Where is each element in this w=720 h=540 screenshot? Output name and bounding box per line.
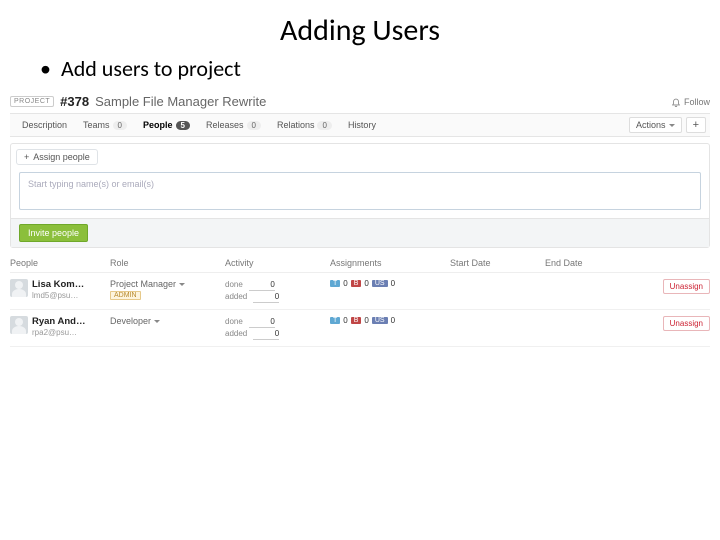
person-email: lmd5@psu… bbox=[32, 291, 78, 300]
follow-button[interactable]: Follow bbox=[671, 97, 710, 107]
col-start: Start Date bbox=[450, 258, 545, 268]
task-tag: T bbox=[330, 317, 340, 324]
tab-history[interactable]: History bbox=[340, 117, 384, 133]
col-people: People bbox=[10, 258, 110, 268]
tabs-row: Description Teams0 People5 Releases0 Rel… bbox=[10, 113, 710, 137]
admin-badge: ADMIN bbox=[110, 291, 141, 300]
tab-relations[interactable]: Relations0 bbox=[269, 117, 340, 133]
activity-cell: done0 added0 bbox=[225, 279, 330, 303]
unassign-button[interactable]: Unassign bbox=[663, 279, 710, 294]
caret-down-icon bbox=[154, 320, 160, 326]
plus-icon: + bbox=[24, 152, 29, 162]
person-name[interactable]: Ryan And… bbox=[32, 316, 85, 327]
add-button[interactable]: + bbox=[686, 117, 706, 133]
caret-down-icon bbox=[179, 283, 185, 289]
assignments-cell: T0 B0 US0 bbox=[330, 279, 450, 288]
tab-teams[interactable]: Teams0 bbox=[75, 117, 135, 133]
caret-down-icon bbox=[669, 124, 675, 130]
task-tag: T bbox=[330, 280, 340, 287]
tab-releases[interactable]: Releases0 bbox=[198, 117, 269, 133]
assignments-cell: T0 B0 US0 bbox=[330, 316, 450, 325]
people-search-input[interactable] bbox=[28, 179, 692, 189]
tab-description[interactable]: Description bbox=[14, 117, 75, 133]
tab-people[interactable]: People5 bbox=[135, 117, 198, 133]
ticket-title: Sample File Manager Rewrite bbox=[95, 94, 266, 109]
invite-people-button[interactable]: Invite people bbox=[19, 224, 88, 242]
person-email: rpa2@psu… bbox=[32, 328, 77, 337]
col-role: Role bbox=[110, 258, 225, 268]
bell-icon bbox=[671, 97, 681, 107]
actions-dropdown[interactable]: Actions bbox=[629, 117, 682, 133]
app-screenshot: PROJECT #378 Sample File Manager Rewrite… bbox=[0, 90, 720, 347]
people-table-header: People Role Activity Assignments Start D… bbox=[10, 254, 710, 273]
bug-tag: B bbox=[351, 280, 362, 287]
story-tag: US bbox=[372, 317, 388, 324]
assign-panel: + Assign people Invite people bbox=[10, 143, 710, 248]
project-tag: PROJECT bbox=[10, 96, 54, 107]
col-end: End Date bbox=[545, 258, 710, 268]
slide-bullet: Add users to project bbox=[0, 55, 720, 90]
ticket-id: #378 bbox=[60, 94, 89, 109]
table-row: Ryan And… rpa2@psu… Developer done0 adde… bbox=[10, 310, 710, 347]
avatar bbox=[10, 316, 28, 334]
table-row: Lisa Kom… lmd5@psu… Project Manager ADMI… bbox=[10, 273, 710, 310]
role-dropdown[interactable]: Project Manager bbox=[110, 279, 225, 289]
activity-cell: done0 added0 bbox=[225, 316, 330, 340]
role-dropdown[interactable]: Developer bbox=[110, 316, 225, 326]
col-activity: Activity bbox=[225, 258, 330, 268]
col-assignments: Assignments bbox=[330, 258, 450, 268]
avatar bbox=[10, 279, 28, 297]
story-tag: US bbox=[372, 280, 388, 287]
assign-people-button[interactable]: + Assign people bbox=[16, 149, 98, 165]
bug-tag: B bbox=[351, 317, 362, 324]
slide-title: Adding Users bbox=[0, 0, 720, 55]
follow-label: Follow bbox=[684, 97, 710, 107]
project-header: PROJECT #378 Sample File Manager Rewrite… bbox=[10, 90, 710, 113]
unassign-button[interactable]: Unassign bbox=[663, 316, 710, 331]
person-name[interactable]: Lisa Kom… bbox=[32, 279, 84, 290]
people-search-box[interactable] bbox=[19, 172, 701, 210]
